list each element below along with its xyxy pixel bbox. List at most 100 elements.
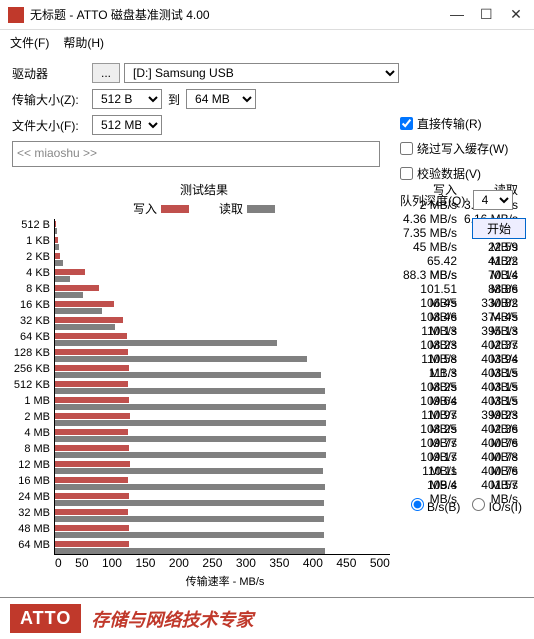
bar-read xyxy=(55,308,102,314)
atto-logo: ATTO xyxy=(10,604,81,633)
table-row: 110.97 MB/s399.23 MB/s xyxy=(400,408,522,422)
bar-read xyxy=(55,388,325,394)
browse-button[interactable]: ... xyxy=(92,63,120,83)
table-row: 109.64 MB/s403.15 MB/s xyxy=(400,394,522,408)
bar-read xyxy=(55,420,326,426)
x-tick: 400 xyxy=(303,556,323,570)
menu-help[interactable]: 帮助(H) xyxy=(63,34,104,51)
bar-read xyxy=(55,340,277,346)
unit-bs[interactable]: B/s(B) xyxy=(411,498,461,514)
x-tick: 450 xyxy=(336,556,356,570)
drive-select[interactable]: [D:] Samsung USB xyxy=(124,63,399,83)
file-size-select[interactable]: 512 MB xyxy=(92,115,162,135)
bar-read xyxy=(55,404,326,410)
bar-chart: 050100150200250300350400450500 xyxy=(54,219,390,555)
table-row: 108.25 MB/s403.15 MB/s xyxy=(400,380,522,394)
bar-read xyxy=(55,276,70,282)
label-transfer-size: 传输大小(Z): xyxy=(12,91,92,108)
y-tick: 2 MB xyxy=(10,411,50,423)
opt-direct[interactable]: 直接传输(R) xyxy=(400,115,526,132)
bar-write xyxy=(55,365,129,371)
label-queue: 队列深度(Q): xyxy=(400,192,469,209)
bar-read xyxy=(55,372,321,378)
bar-write xyxy=(55,253,60,259)
table-row: 110.13 MB/s395.13 MB/s xyxy=(400,324,522,338)
start-button[interactable]: 开始 xyxy=(472,218,526,239)
bar-write xyxy=(55,509,128,515)
size-from-select[interactable]: 512 B xyxy=(92,89,162,109)
bypass-checkbox[interactable] xyxy=(400,142,413,155)
x-tick: 300 xyxy=(236,556,256,570)
bar-read xyxy=(55,292,83,298)
table-row: 109.17 MB/s400.78 MB/s xyxy=(400,450,522,464)
x-axis-label: 传输速率 - MB/s xyxy=(54,573,396,589)
opt-bypass[interactable]: 绕过写入缓存(W) xyxy=(400,140,526,157)
bar-write xyxy=(55,349,128,355)
verify-checkbox[interactable] xyxy=(400,167,413,180)
y-tick: 2 KB xyxy=(10,251,50,263)
bar-read xyxy=(55,532,324,538)
close-icon[interactable]: ✕ xyxy=(510,6,522,23)
size-to-select[interactable]: 64 MB xyxy=(186,89,256,109)
bar-write xyxy=(55,285,99,291)
x-tick: 100 xyxy=(102,556,122,570)
window-title: 无标题 - ATTO 磁盘基准测试 4.00 xyxy=(30,6,450,23)
bar-write xyxy=(55,413,130,419)
bar-write xyxy=(55,237,58,243)
queue-select[interactable]: 4 xyxy=(473,190,513,210)
unit-ios[interactable]: IO/s(I) xyxy=(472,498,522,514)
bar-read xyxy=(55,324,115,330)
bar-read xyxy=(55,468,323,474)
table-row: 88.3 MB/s70.14 MB/s xyxy=(400,268,522,282)
bar-write xyxy=(55,381,128,387)
x-tick: 250 xyxy=(202,556,222,570)
y-tick: 64 KB xyxy=(10,331,50,343)
bar-write xyxy=(55,461,130,467)
table-row: 65.42 MB/s41.22 MB/s xyxy=(400,254,522,268)
label-to: 到 xyxy=(168,91,180,108)
bar-read xyxy=(55,228,57,234)
y-tick: 16 KB xyxy=(10,299,50,311)
bar-write xyxy=(55,541,129,547)
bar-read xyxy=(55,436,326,442)
bar-write xyxy=(55,477,128,483)
y-tick: 8 MB xyxy=(10,443,50,455)
bar-read xyxy=(55,548,325,554)
table-row: 101.51 MB/s88.86 MB/s xyxy=(400,282,522,296)
x-tick: 200 xyxy=(169,556,189,570)
app-icon xyxy=(8,7,24,23)
table-row: 106.45 MB/s330.82 MB/s xyxy=(400,296,522,310)
bar-write xyxy=(55,525,129,531)
y-tick: 8 KB xyxy=(10,283,50,295)
x-tick: 350 xyxy=(269,556,289,570)
minimize-icon[interactable]: — xyxy=(450,6,462,23)
legend-write: 写入 xyxy=(133,200,189,217)
maximize-icon[interactable]: ☐ xyxy=(480,6,492,23)
x-tick: 500 xyxy=(370,556,390,570)
y-tick: 512 B xyxy=(10,219,50,231)
menu-file[interactable]: 文件(F) xyxy=(10,34,49,51)
bar-write xyxy=(55,397,129,403)
description-box[interactable]: << miaoshu >> xyxy=(12,141,380,167)
y-tick: 128 KB xyxy=(10,347,50,359)
y-tick: 48 MB xyxy=(10,523,50,535)
bar-read xyxy=(55,452,326,458)
y-tick: 256 KB xyxy=(10,363,50,375)
direct-checkbox[interactable] xyxy=(400,117,413,130)
table-row: 108.46 MB/s374.45 MB/s xyxy=(400,310,522,324)
opt-verify[interactable]: 校验数据(V) xyxy=(400,165,526,182)
x-tick: 50 xyxy=(75,556,88,570)
table-row: 111.3 MB/s403.15 MB/s xyxy=(400,366,522,380)
bar-write xyxy=(55,317,123,323)
bar-write xyxy=(55,429,128,435)
label-drive: 驱动器 xyxy=(12,65,92,82)
bar-write xyxy=(55,221,56,227)
y-tick: 1 MB xyxy=(10,395,50,407)
table-row: 108.25 MB/s402.36 MB/s xyxy=(400,422,522,436)
bar-write xyxy=(55,269,85,275)
y-tick: 1 KB xyxy=(10,235,50,247)
bar-read xyxy=(55,244,59,250)
y-tick: 64 MB xyxy=(10,539,50,551)
legend-read: 读取 xyxy=(219,200,275,217)
y-tick: 12 MB xyxy=(10,459,50,471)
